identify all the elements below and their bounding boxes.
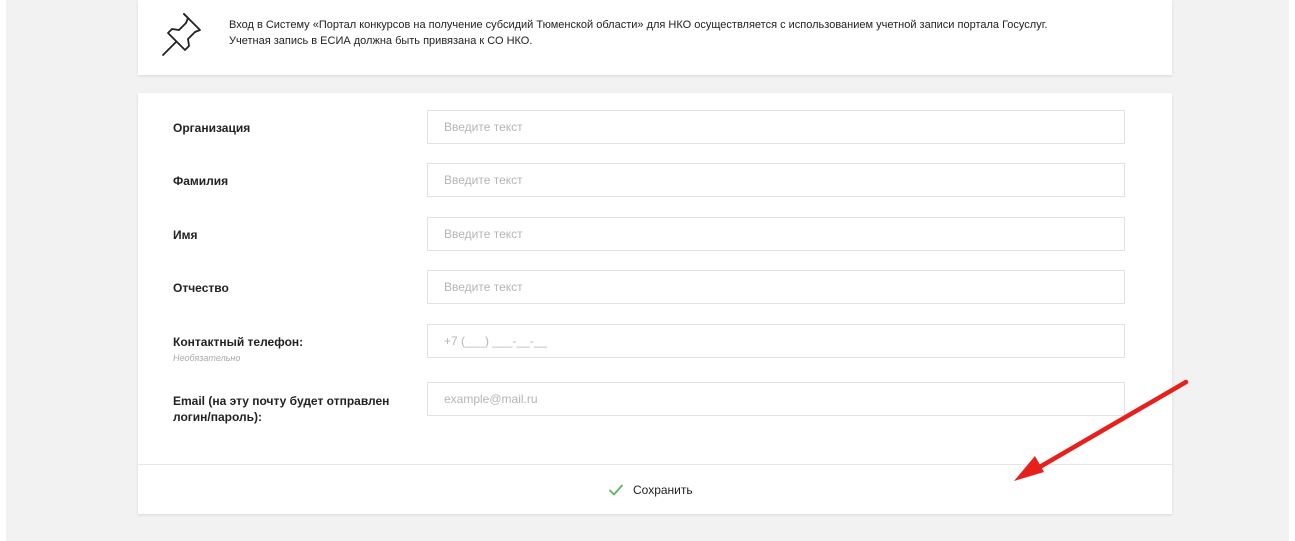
notice-text: Вход в Систему «Портал конкурсов на полу… [229, 17, 1159, 49]
phone-input[interactable] [427, 324, 1125, 358]
last-name-input[interactable] [427, 163, 1125, 197]
email-label: Email (на эту почту будет отправлен логи… [173, 393, 389, 425]
notice-line-2: Учетная запись в ЕСИА должна быть привяз… [229, 35, 533, 47]
save-button-label: Сохранить [633, 483, 693, 497]
patronymic-label: Отчество [173, 281, 229, 295]
pushpin-icon [162, 13, 201, 56]
organization-input[interactable] [427, 110, 1125, 144]
first-name-input[interactable] [427, 217, 1125, 251]
email-label-line-1: Email (на эту почту будет отправлен [173, 394, 390, 408]
organization-label: Организация [173, 121, 251, 135]
email-label-line-2: логин/пароль): [173, 410, 263, 424]
check-icon [609, 484, 623, 496]
phone-label: Контактный телефон: [173, 335, 304, 349]
red-arrow-annotation [1014, 379, 1189, 481]
first-name-label: Имя [173, 228, 198, 242]
notice-card: Вход в Систему «Портал конкурсов на полу… [138, 0, 1172, 75]
save-button[interactable]: Сохранить [608, 477, 693, 503]
last-name-label: Фамилия [173, 174, 229, 188]
patronymic-input[interactable] [427, 270, 1125, 304]
phone-optional-hint: Необязательно [173, 353, 241, 363]
notice-line-1: Вход в Систему «Портал конкурсов на полу… [229, 19, 1048, 31]
